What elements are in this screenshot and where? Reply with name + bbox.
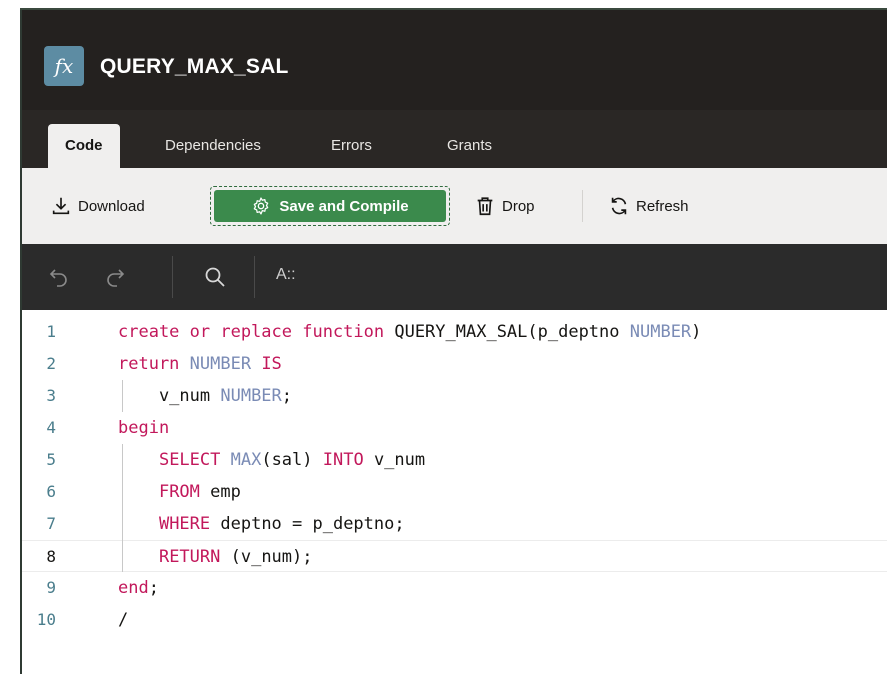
line-number: 6	[46, 482, 56, 501]
code-token: /	[118, 610, 129, 630]
tab-grants[interactable]: Grants	[447, 124, 492, 168]
search-icon[interactable]	[202, 264, 228, 290]
save-and-compile-label: Save and Compile	[279, 197, 409, 215]
font-size-button[interactable]: A::	[276, 266, 296, 284]
code-token: IS	[261, 354, 282, 374]
tab-dependencies[interactable]: Dependencies	[165, 124, 261, 168]
code-token: QUERY_MAX_SAL(p_deptno	[394, 322, 630, 342]
drop-button[interactable]: Drop	[474, 190, 535, 222]
line-number: 9	[46, 578, 56, 597]
line-number: 1	[46, 322, 56, 341]
save-and-compile-button[interactable]: Save and Compile	[214, 190, 446, 222]
line-number: 10	[36, 610, 56, 629]
code-token: v_num	[118, 386, 221, 406]
code-token: begin	[118, 418, 170, 438]
code-token: ;	[281, 386, 293, 406]
code-text: WHERE deptno = p_deptno;	[118, 508, 405, 540]
code-line[interactable]: 9 end;	[22, 572, 887, 604]
tab-errors[interactable]: Errors	[331, 124, 372, 168]
object-header: fx QUERY_MAX_SAL	[22, 10, 887, 110]
code-token: MAX	[230, 450, 262, 470]
editor-toolbar-divider	[172, 256, 173, 298]
code-line[interactable]: 2 return NUMBER IS	[22, 348, 887, 380]
line-number: 2	[46, 354, 56, 373]
line-number: 3	[46, 386, 56, 405]
function-editor-window: fx QUERY_MAX_SAL Code Dependencies Error…	[20, 8, 887, 674]
code-line[interactable]: 3 v_num NUMBER;	[22, 380, 887, 412]
code-token: SELECT	[158, 450, 231, 470]
code-token: ;	[148, 578, 159, 598]
code-text: end;	[118, 572, 159, 604]
line-number: 4	[46, 418, 56, 437]
code-line[interactable]: 6 FROM emp	[22, 476, 887, 508]
code-line[interactable]: 8 RETURN (v_num);	[22, 540, 887, 572]
code-text: create or replace function QUERY_MAX_SAL…	[118, 316, 701, 348]
refresh-icon	[611, 197, 627, 215]
code-token: NUMBER	[220, 386, 282, 406]
redo-icon[interactable]	[102, 264, 128, 290]
code-editor[interactable]: 1 create or replace function QUERY_MAX_SA…	[22, 310, 887, 674]
line-number: 8	[46, 547, 56, 566]
download-label: Download	[78, 197, 145, 215]
refresh-label: Refresh	[636, 197, 689, 215]
code-text: SELECT MAX(sal) INTO v_num	[118, 444, 425, 476]
code-line[interactable]: 1 create or replace function QUERY_MAX_SA…	[22, 316, 887, 348]
download-icon	[52, 197, 70, 215]
drop-label: Drop	[502, 197, 535, 215]
code-token: FROM	[158, 482, 211, 502]
code-text: v_num NUMBER;	[118, 380, 292, 412]
code-text: FROM emp	[118, 476, 241, 508]
line-number: 5	[46, 450, 56, 469]
code-text: /	[118, 604, 128, 636]
code-line[interactable]: 10 /	[22, 604, 887, 636]
code-token: v_num	[373, 450, 426, 470]
toolbar-divider	[582, 190, 583, 222]
download-button[interactable]: Download	[50, 190, 145, 222]
code-text: RETURN (v_num);	[118, 541, 313, 573]
indent-guide	[122, 444, 123, 572]
code-line[interactable]: 5 SELECT MAX(sal) INTO v_num	[22, 444, 887, 476]
code-token: (v_num);	[230, 547, 313, 567]
trash-icon	[477, 197, 493, 216]
gear-icon	[254, 197, 269, 215]
action-toolbar: Download Save and Compile Drop Refresh	[22, 168, 887, 244]
code-token: RETURN	[158, 547, 231, 567]
line-number: 7	[46, 514, 56, 533]
code-token: emp	[210, 482, 241, 502]
code-line[interactable]: 4 begin	[22, 412, 887, 444]
tab-code[interactable]: Code	[48, 124, 120, 168]
editor-toolbar-divider-2	[254, 256, 255, 298]
code-token: )	[691, 322, 702, 342]
code-token: deptno = p_deptno;	[220, 514, 405, 534]
function-icon: fx	[44, 46, 84, 86]
code-text: begin	[118, 412, 169, 444]
undo-icon[interactable]	[46, 264, 72, 290]
top-margin	[0, 0, 887, 8]
code-text: return NUMBER IS	[118, 348, 282, 380]
code-token: NUMBER	[189, 354, 262, 374]
refresh-button[interactable]: Refresh	[608, 190, 689, 222]
code-line[interactable]: 7 WHERE deptno = p_deptno;	[22, 508, 887, 540]
code-token: WHERE	[158, 514, 221, 534]
code-token: (sal)	[261, 450, 323, 470]
code-token: end	[118, 578, 149, 598]
save-and-compile-focus-ring: Save and Compile	[210, 186, 450, 226]
indent-guide	[122, 380, 123, 412]
code-token: create or replace function	[118, 322, 395, 342]
editor-toolbar: A::	[22, 244, 887, 310]
page-title: QUERY_MAX_SAL	[100, 55, 289, 78]
code-token: INTO	[322, 450, 374, 470]
tab-bar: Code Dependencies Errors Grants	[22, 110, 887, 168]
code-token: return	[118, 354, 190, 374]
code-token: NUMBER	[629, 322, 692, 342]
